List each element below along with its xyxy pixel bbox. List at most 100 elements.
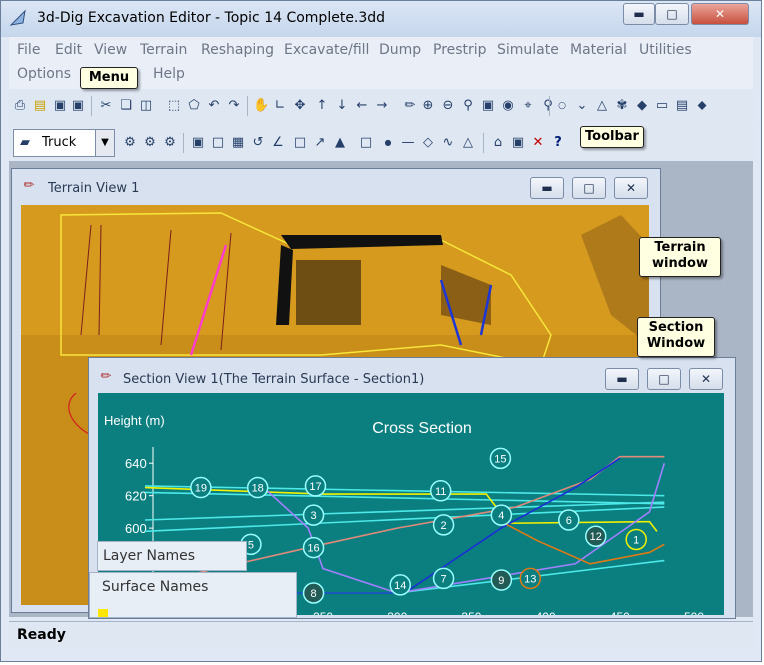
arrow-up-icon[interactable]: ↑ — [315, 99, 329, 113]
section-minimize-button[interactable]: ▬ — [605, 368, 639, 390]
section-node-label: 15 — [494, 453, 506, 465]
open-icon[interactable]: ▤ — [33, 99, 47, 113]
axes-icon[interactable]: ∟ — [273, 99, 287, 113]
terrain-maximize-button[interactable]: □ — [572, 177, 606, 199]
zoom-window-icon[interactable]: ⚲ — [461, 99, 475, 113]
box-select-icon[interactable]: ▣ — [191, 136, 205, 150]
mesh-icon[interactable]: ✾ — [615, 99, 629, 113]
target-icon[interactable]: ⌖ — [521, 99, 535, 113]
zoom-extents-icon[interactable]: ▣ — [481, 99, 495, 113]
arrow-left-icon[interactable]: ← — [355, 99, 369, 113]
help-icon[interactable]: ? — [551, 136, 565, 150]
wave-icon[interactable]: ∿ — [441, 136, 455, 150]
arrow-down-icon[interactable]: ↓ — [335, 99, 349, 113]
x-tick-label: 450 — [610, 610, 630, 615]
menu-utilities[interactable]: Utilities — [639, 42, 692, 58]
copy-icon[interactable]: ❏ — [119, 99, 133, 113]
zoom-out-icon[interactable]: ⊖ — [441, 99, 455, 113]
grid-icon[interactable]: ▦ — [231, 136, 245, 150]
zoom-icon[interactable]: ⚲ — [541, 99, 555, 113]
surface-color-swatch — [98, 609, 108, 617]
vehicle-select[interactable]: ▰ Truck ▼ — [13, 129, 115, 157]
section-node-label: 9 — [498, 575, 504, 587]
rectangle-icon[interactable]: □ — [293, 136, 307, 150]
paste-icon[interactable]: ◫ — [139, 99, 153, 113]
layers-icon[interactable]: ▤ — [675, 99, 689, 113]
section-node-label: 16 — [307, 543, 319, 555]
terrain-view-icon: ✏ — [23, 178, 35, 193]
select-rect-icon[interactable]: ⬚ — [167, 99, 181, 113]
x-tick-label: 400 — [536, 610, 556, 615]
section-maximize-button[interactable]: □ — [647, 368, 681, 390]
ramp-icon[interactable]: ▲ — [333, 136, 347, 150]
line-icon[interactable]: — — [401, 136, 415, 150]
excavator-icon[interactable]: ⚙ — [123, 136, 137, 150]
section-view-window: ✏ Section View 1(The Terrain Surface - S… — [88, 357, 736, 619]
select-poly-icon[interactable]: ⬠ — [187, 99, 201, 113]
house-icon[interactable]: ⌂ — [491, 136, 505, 150]
undo-icon[interactable]: ↶ — [207, 99, 221, 113]
close-button[interactable]: ✕ — [691, 3, 749, 25]
diamond-icon[interactable]: ◇ — [421, 136, 435, 150]
menu-terrain[interactable]: Terrain — [140, 42, 187, 58]
surface-icon[interactable]: ⬥ — [695, 99, 709, 113]
menu-prestrip[interactable]: Prestrip — [433, 42, 487, 58]
delete-icon[interactable]: ✕ — [531, 136, 545, 150]
terrain-close-button[interactable]: ✕ — [614, 177, 648, 199]
status-text: Ready — [17, 627, 66, 643]
dot-icon[interactable]: ● — [381, 136, 395, 150]
menu-dump[interactable]: Dump — [379, 42, 421, 58]
save-all-icon[interactable]: ▣ — [71, 99, 85, 113]
chart-ylabel: Height (m) — [104, 413, 165, 428]
menu-view[interactable]: View — [94, 42, 127, 58]
point-icon[interactable]: ○ — [555, 99, 569, 113]
polyline-icon[interactable]: ⌄ — [575, 99, 589, 113]
minimize-button[interactable]: ▬ — [623, 3, 655, 25]
print-icon[interactable]: ⎙ — [13, 99, 27, 113]
rotate-icon[interactable]: ↺ — [251, 136, 265, 150]
menu-file[interactable]: File — [17, 42, 40, 58]
x-tick-label: 500 — [684, 610, 704, 615]
dozer-icon[interactable]: ⚙ — [143, 136, 157, 150]
section-node-label: 12 — [590, 531, 602, 543]
pan-hand-icon[interactable]: ✋ — [253, 99, 269, 113]
menu-material[interactable]: Material — [570, 42, 627, 58]
surface-names-label: Surface Names — [102, 579, 209, 595]
mound-icon[interactable]: △ — [461, 136, 475, 150]
app-window: 3d-Dig Excavation Editor - Topic 14 Comp… — [0, 0, 762, 662]
scraper-icon[interactable]: ⚙ — [163, 136, 177, 150]
maximize-button[interactable]: □ — [655, 3, 689, 25]
menu-options[interactable]: Options — [17, 66, 71, 82]
section-node-label: 3 — [310, 510, 316, 522]
chevron-down-icon[interactable]: ▼ — [95, 130, 114, 156]
menu-edit[interactable]: Edit — [55, 42, 82, 58]
menu-reshaping[interactable]: Reshaping — [201, 42, 274, 58]
menu-help[interactable]: Help — [153, 66, 185, 82]
section-icon[interactable]: □ — [359, 136, 373, 150]
layer-names-label: Layer Names — [103, 548, 196, 564]
zoom-in-icon[interactable]: ⊕ — [421, 99, 435, 113]
solid-icon[interactable]: ◆ — [635, 99, 649, 113]
slope-icon[interactable]: ↗ — [313, 136, 327, 150]
menu-excavate-fill[interactable]: Excavate/fill — [284, 42, 369, 58]
triangle-icon[interactable]: △ — [595, 99, 609, 113]
save-icon[interactable]: ▣ — [53, 99, 67, 113]
redo-icon[interactable]: ↷ — [227, 99, 241, 113]
camera-icon[interactable]: ▣ — [511, 136, 525, 150]
pencil-icon[interactable]: ✏ — [403, 99, 417, 113]
menu-simulate[interactable]: Simulate — [497, 42, 559, 58]
cut-icon[interactable]: ✂ — [99, 99, 113, 113]
terrain-minimize-button[interactable]: ▬ — [530, 177, 564, 199]
arrow-right-icon[interactable]: → — [375, 99, 389, 113]
frame-icon[interactable]: □ — [211, 136, 225, 150]
surface-names-panel[interactable]: Surface Names — [89, 572, 297, 618]
globe-icon[interactable]: ◉ — [501, 99, 515, 113]
layer-names-panel[interactable]: Layer Names — [97, 541, 247, 571]
toolbar-separator — [247, 96, 248, 116]
section-node-label: 13 — [524, 573, 536, 585]
section-close-button[interactable]: ✕ — [689, 368, 723, 390]
angle-icon[interactable]: ∠ — [271, 136, 285, 150]
move-icon[interactable]: ✥ — [293, 99, 307, 113]
window-icon[interactable]: ▭ — [655, 99, 669, 113]
chart-title: Cross Section — [372, 420, 472, 437]
